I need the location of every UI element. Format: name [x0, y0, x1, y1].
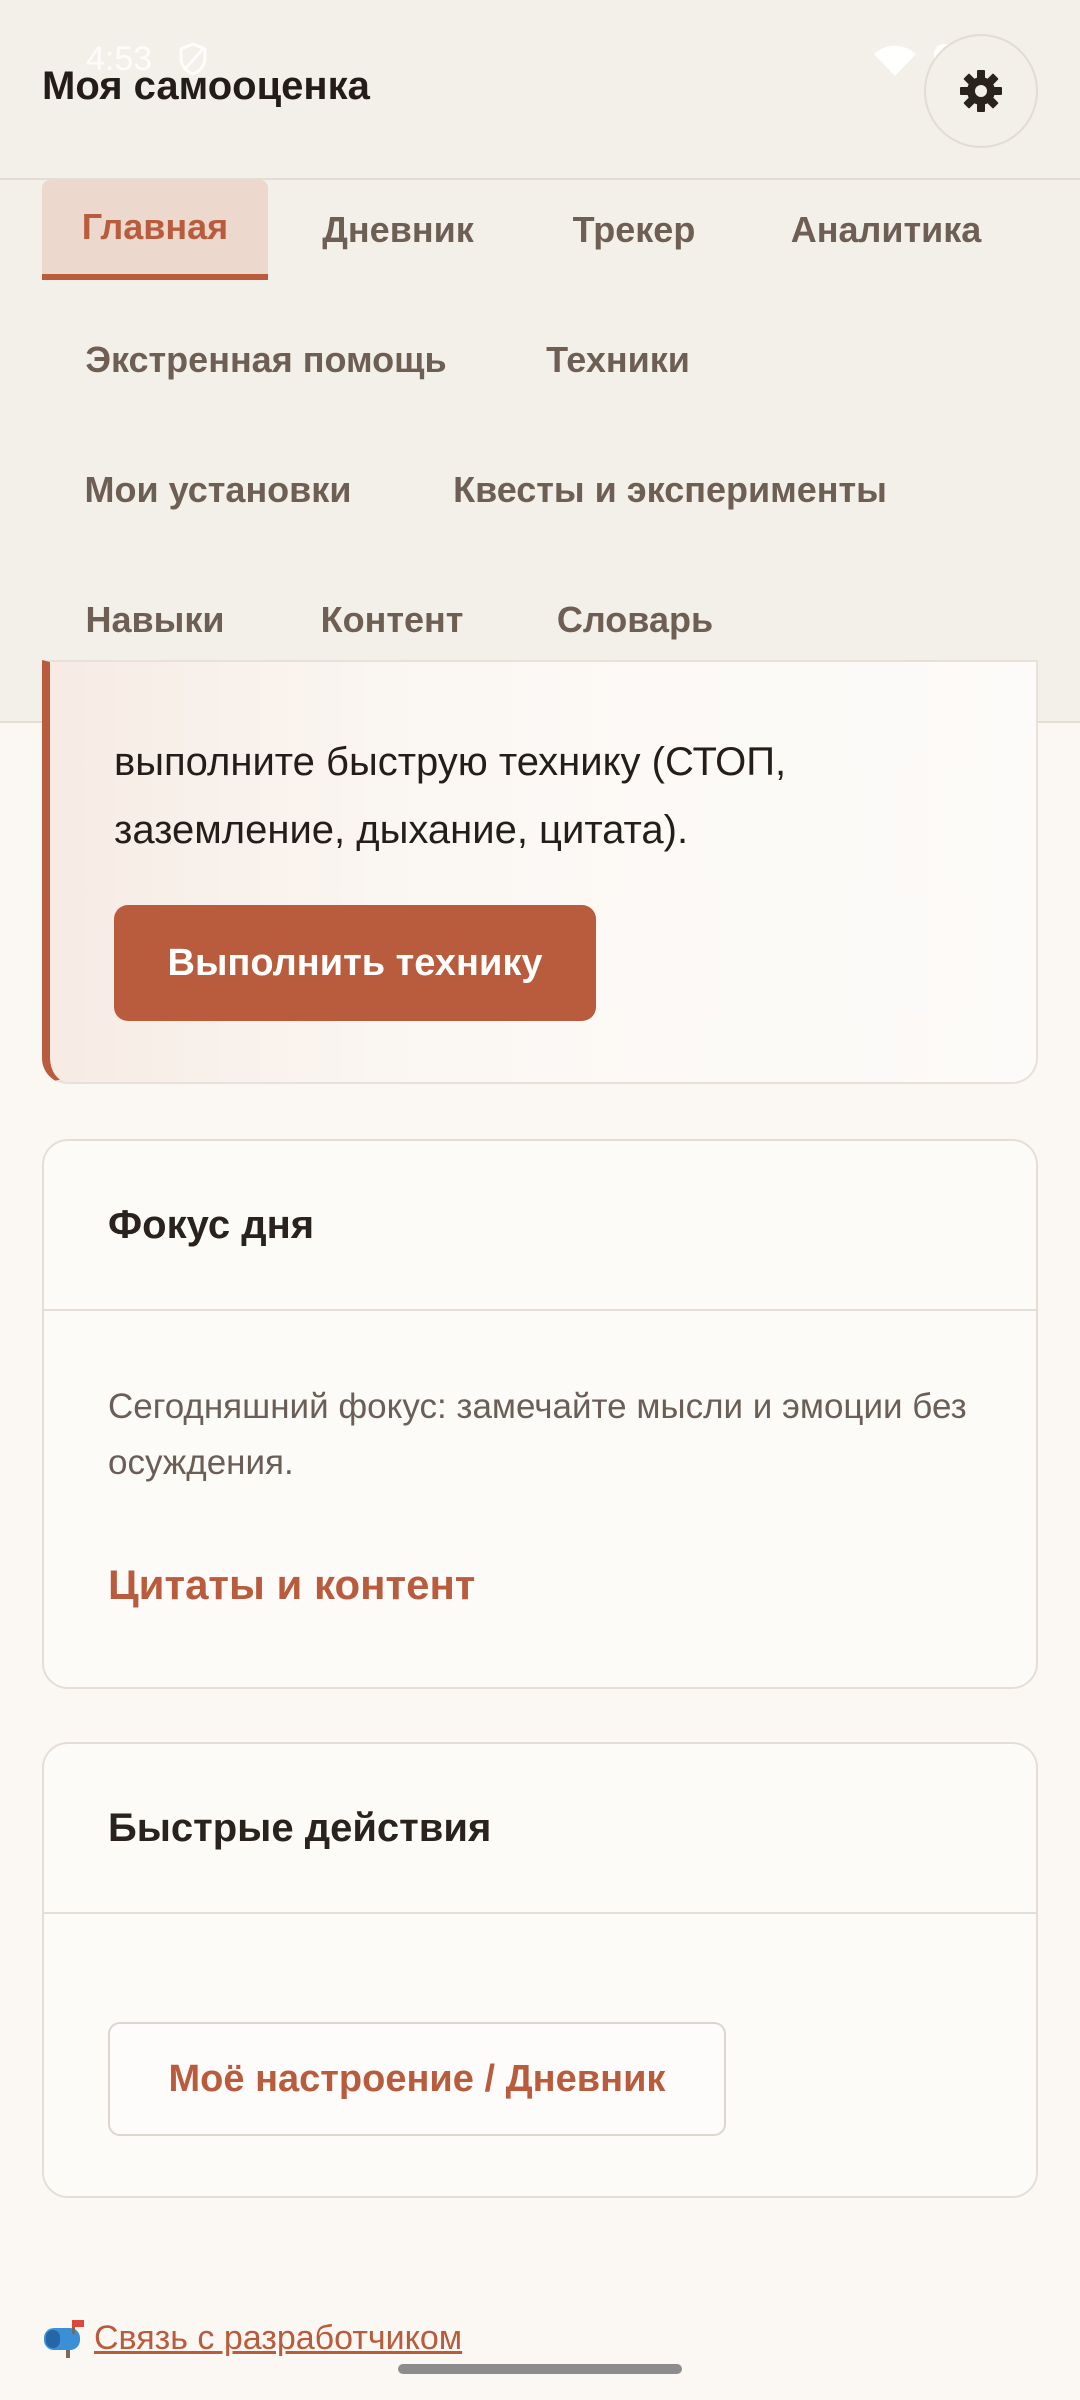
tab-my-beliefs[interactable]: Мои установки	[60, 440, 376, 540]
technique-text-line-2: заземление, дыхание, цитата).	[114, 808, 689, 852]
focus-of-day-card: Фокус дня Сегодняшний фокус: замечайте м…	[42, 1139, 1038, 1689]
tab-quests-experiments[interactable]: Квесты и эксперименты	[428, 440, 912, 540]
tab-emergency-help[interactable]: Экстренная помощь	[60, 310, 472, 410]
tab-techniques[interactable]: Техники	[530, 310, 706, 410]
tab-tracker[interactable]: Трекер	[540, 180, 728, 280]
contact-developer-label: Связь с разработчиком	[94, 2318, 463, 2357]
focus-text: Сегодняшний фокус: замечайте мысли и эмо…	[108, 1387, 967, 1482]
quotes-content-link[interactable]: Цитаты и контент	[108, 1561, 475, 1609]
tab-diary[interactable]: Дневник	[300, 180, 496, 280]
tab-analytics[interactable]: Аналитика	[770, 180, 1002, 280]
tab-home[interactable]: Главная	[42, 180, 268, 280]
tab-glossary[interactable]: Словарь	[540, 570, 730, 670]
card-title: Фокус дня	[44, 1141, 1036, 1311]
app-title: Моя самооценка	[42, 64, 370, 108]
mailbox-icon	[44, 2320, 84, 2358]
main-nav: Главная Дневник Трекер Аналитика Экстрен…	[0, 180, 1080, 723]
technique-text-line-1: выполните быструю технику (СТОП,	[114, 740, 787, 784]
quick-actions-card: Быстрые действия Моё настроение / Дневни…	[42, 1742, 1038, 2198]
mood-diary-button[interactable]: Моё настроение / Дневник	[108, 2022, 726, 2136]
top-bar: 4:53 Моя самооценка	[0, 0, 1080, 180]
wifi-icon	[874, 45, 916, 76]
tab-skills[interactable]: Навыки	[60, 570, 250, 670]
gear-icon	[960, 70, 1002, 112]
tab-content[interactable]: Контент	[300, 570, 484, 670]
technique-description: выполните быструю технику (СТОП, заземле…	[114, 728, 994, 864]
do-technique-button[interactable]: Выполнить технику	[114, 905, 596, 1021]
home-indicator[interactable]	[398, 2364, 682, 2374]
card-title: Быстрые действия	[44, 1744, 1036, 1914]
app-screen: 4:53 Моя самооценка Главная Дневник Трек…	[0, 0, 1080, 2400]
contact-developer-link[interactable]: Связь с разработчиком	[42, 2318, 462, 2358]
settings-button[interactable]	[924, 34, 1038, 148]
